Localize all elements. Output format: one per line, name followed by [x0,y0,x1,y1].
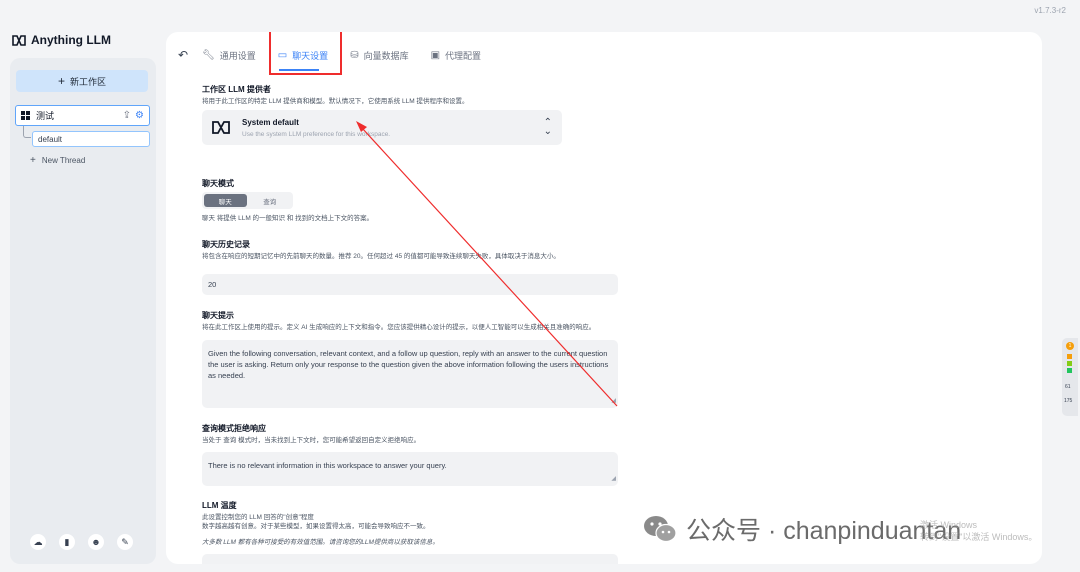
chat-mode-toggle: 聊天 查询 [202,192,293,209]
plus-icon: + [57,74,65,88]
sidebar-footer: ☁ ▮ ☻ ✎ [30,534,133,550]
brand-name: Anything LLM [31,33,111,47]
workspace-item[interactable]: 测试 ⇪ ⚙ [15,105,150,126]
version-label: v1.7.3-r2 [1034,6,1066,15]
widget-value: 175 [1064,398,1073,404]
section-desc: 此设置控制您的 LLM 回答的"创意"程度 [202,514,314,521]
chevron-up-down-icon: ⌃ ⌄ [543,117,552,137]
brand: Anything LLM [12,33,111,47]
windows-line1: 激活 Windows [920,520,978,530]
badge-count: 1 [1066,342,1074,350]
book-icon[interactable]: ▮ [59,534,75,550]
tab-agent-config[interactable]: ▣ 代理配置 [431,49,481,62]
tab-label: 通用设置 [219,50,256,61]
section-desc: 当处于 查询 模式时，当未找到上下文时，您可能希望返回自定义拒绝响应。 [202,437,421,444]
chat-history-section: 聊天历史记录 将包含在响应的短期记忆中的先前聊天的数量。推荐 20。任何超过 4… [202,239,622,261]
resize-handle-icon[interactable]: ◢ [611,397,616,406]
workspace-name: 测试 [36,111,55,121]
tab-label: 向量数据库 [363,50,409,61]
section-title: 查询模式拒绝响应 [202,424,266,433]
thread-default[interactable]: default [32,131,150,147]
temperature-input[interactable] [202,554,618,564]
upload-icon[interactable]: ⇪ [123,110,131,121]
prompt-textarea[interactable]: Given the following conversation, releva… [202,340,618,408]
community-icon[interactable]: ☁ [30,534,46,550]
refusal-section: 查询模式拒绝响应 当处于 查询 模式时，当未找到上下文时，您可能希望返回自定义拒… [202,423,622,445]
mode-chat-button[interactable]: 聊天 [204,194,247,207]
windows-activation-watermark: 激活 Windows 转到"设置"以激活 Windows。 [920,520,1037,543]
workspace-grid-icon [21,111,30,120]
new-workspace-label: 新工作区 [70,76,107,87]
wechat-icon [644,516,677,543]
settings-panel: ↶ 🔧︎ 通用设置 ▭ 聊天设置 ⛁ 向量数据库 ▣ 代理配置 工作区 LLM … [166,32,1042,564]
refusal-textarea[interactable]: There is no relevant information in this… [202,452,618,486]
prompt-section: 聊天提示 将在此工作区上使用的提示。定义 AI 生成响应的上下文和指令。您应该提… [202,310,642,332]
gear-icon[interactable]: ⚙ [135,110,144,121]
chat-mode-desc: 聊天 将提供 LLM 的一般知识 和 找到的文档上下文的答案。 [202,215,374,222]
llm-provider-desc: Use the system LLM preference for this w… [242,131,391,138]
resize-handle-icon[interactable]: ◢ [611,475,616,484]
floating-status-widget[interactable]: 1 61 175 [1062,338,1078,416]
section-title: 聊天历史记录 [202,240,250,249]
section-title: 工作区 LLM 提供者 [202,85,271,94]
anything-llm-logo-icon [212,121,230,134]
llm-provider-select[interactable]: System default Use the system LLM prefer… [202,110,562,145]
section-title: LLM 温度 [202,501,237,510]
llm-provider-section: 工作区 LLM 提供者 将用于此工作区的特定 LLM 提供商和模型。默认情况下，… [202,84,622,106]
temperature-section: LLM 温度 此设置控制您的 LLM 回答的"创意"程度 数字越高越有创意。对于… [202,500,642,547]
section-desc: 将在此工作区上使用的提示。定义 AI 生成响应的上下文和指令。您应该提供精心设计… [202,324,596,331]
annotation-highlight-box [269,32,342,75]
wrench-icon: 🔧︎ [202,49,215,61]
status-bar [1067,368,1072,373]
section-desc: 将用于此工作区的特定 LLM 提供商和模型。默认情况下，它使用系统 LLM 提供… [202,98,469,105]
discord-icon[interactable]: ☻ [88,534,104,550]
status-bar [1067,361,1072,366]
thread-connector [23,126,31,138]
section-desc: 将包含在响应的短期记忆中的先前聊天的数量。推荐 20。任何超过 45 的值都可能… [202,253,560,260]
plus-icon: + [30,155,36,166]
anything-llm-logo-icon [12,34,26,46]
section-title: 聊天模式 [202,179,234,188]
chat-history-input[interactable]: 20 [202,274,618,295]
wechat-watermark: 公众号 · chanpinduantan [642,511,961,547]
llm-provider-name: System default [242,118,299,127]
widget-value: 61 [1065,384,1071,390]
prompt-text: Given the following conversation, releva… [208,349,609,380]
back-arrow-icon[interactable]: ↶ [178,48,202,62]
new-thread-label: New Thread [41,156,86,165]
chat-mode-section: 聊天模式 [202,178,622,189]
tab-vector-database[interactable]: ⛁ 向量数据库 [350,49,408,62]
new-thread-button[interactable]: + New Thread [30,155,85,166]
database-icon: ⛁ [350,49,359,61]
tab-general-settings[interactable]: 🔧︎ 通用设置 [202,49,256,62]
wrench-icon[interactable]: ✎ [117,534,133,550]
status-bar [1067,354,1072,359]
agent-icon: ▣ [430,49,441,61]
new-workspace-button[interactable]: + 新工作区 [16,70,148,92]
windows-line2: 转到"设置"以激活 Windows。 [920,531,1038,542]
mode-query-button[interactable]: 查询 [249,194,292,207]
sidebar: + 新工作区 测试 ⇪ ⚙ default + New Thread ☁ ▮ ☻… [10,58,156,564]
section-title: 聊天提示 [202,311,234,320]
refusal-text: There is no relevant information in this… [208,461,447,470]
section-desc: 数字越高越有创意。对于某些模型，如果设置得太高，可能会导致响应不一致。 [202,523,430,531]
tab-label: 代理配置 [445,50,482,61]
section-note: 大多数 LLM 都有各种可接受的有效值范围。请咨询您的LLM提供商以获取该信息。 [202,538,439,546]
